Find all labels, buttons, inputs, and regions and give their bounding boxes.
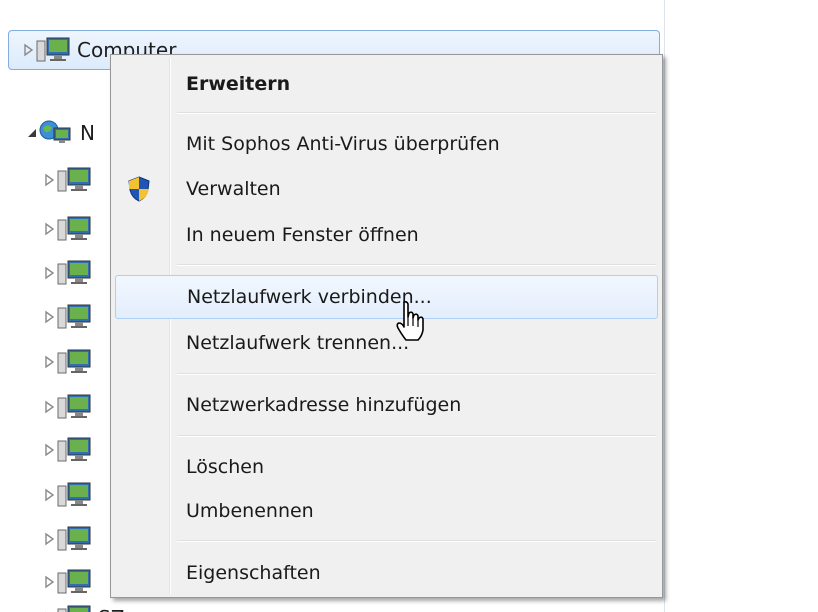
expand-arrow-icon[interactable] xyxy=(44,575,56,589)
tree-item-network[interactable]: N xyxy=(26,116,95,150)
menu-item-delete[interactable]: Löschen xyxy=(115,445,658,489)
tree-item-network-computer[interactable] xyxy=(44,163,98,197)
tree-item-label: N xyxy=(80,121,95,145)
tree-item-network-computer[interactable] xyxy=(44,478,98,512)
computer-icon xyxy=(56,605,92,612)
expand-arrow-icon[interactable] xyxy=(44,443,56,457)
tree-item-network-computer[interactable] xyxy=(44,345,98,379)
menu-item-manage[interactable]: Verwalten xyxy=(115,167,658,211)
expand-arrow-icon[interactable] xyxy=(44,266,56,280)
computer-icon xyxy=(35,37,71,63)
menu-item-label: Löschen xyxy=(186,456,264,478)
tree-item-network-computer[interactable] xyxy=(44,390,98,424)
menu-separator xyxy=(177,435,656,437)
menu-item-label: In neuem Fenster öffnen xyxy=(186,224,419,246)
expand-arrow-icon[interactable] xyxy=(44,355,56,369)
menu-separator xyxy=(177,264,656,266)
expand-arrow-icon[interactable] xyxy=(44,400,56,414)
menu-item-label: Mit Sophos Anti-Virus überprüfen xyxy=(186,133,500,155)
menu-item-open-new-window[interactable]: In neuem Fenster öffnen xyxy=(115,213,658,257)
uac-shield-icon xyxy=(127,176,151,202)
menu-item-map-network-drive[interactable]: Netzlaufwerk verbinden... xyxy=(115,275,658,319)
explorer-window: Computer N SZ Erwei xyxy=(0,0,818,612)
menu-separator xyxy=(177,112,656,114)
menu-item-label: Erweitern xyxy=(186,73,291,95)
computer-icon xyxy=(56,526,92,552)
computer-icon xyxy=(56,394,92,420)
menu-item-disconnect-network-drive[interactable]: Netzlaufwerk trennen... xyxy=(115,321,658,365)
menu-item-label: Netzlaufwerk trennen... xyxy=(186,332,410,354)
computer-icon xyxy=(56,260,92,286)
tree-item-network-computer[interactable] xyxy=(44,300,98,334)
computer-icon xyxy=(56,216,92,242)
tree-item-network-computer[interactable]: SZ xyxy=(44,601,124,612)
computer-icon xyxy=(56,167,92,193)
menu-item-scan-sophos[interactable]: Mit Sophos Anti-Virus überprüfen xyxy=(115,122,658,166)
expand-arrow-icon[interactable] xyxy=(44,173,56,187)
computer-icon xyxy=(56,437,92,463)
tree-item-label: SZ xyxy=(98,606,124,612)
menu-item-rename[interactable]: Umbenennen xyxy=(115,489,658,533)
expand-arrow-icon[interactable] xyxy=(44,488,56,502)
tree-item-network-computer[interactable] xyxy=(44,433,98,467)
tree-item-network-computer[interactable] xyxy=(44,522,98,556)
expand-arrow-icon[interactable] xyxy=(44,222,56,236)
expand-arrow-icon[interactable] xyxy=(44,310,56,324)
collapse-arrow-icon[interactable] xyxy=(26,126,38,140)
content-pane xyxy=(665,0,818,612)
computer-icon xyxy=(56,569,92,595)
menu-separator xyxy=(177,540,656,542)
hand-pointer-cursor-icon xyxy=(394,300,430,342)
computer-icon xyxy=(56,349,92,375)
expand-arrow-icon[interactable] xyxy=(23,43,35,57)
tree-item-network-computer[interactable] xyxy=(44,565,98,599)
computer-icon xyxy=(56,482,92,508)
tree-item-network-computer[interactable] xyxy=(44,212,98,246)
menu-item-label: Eigenschaften xyxy=(186,562,321,584)
menu-item-properties[interactable]: Eigenschaften xyxy=(115,551,658,595)
computer-icon xyxy=(56,304,92,330)
menu-item-expand[interactable]: Erweitern xyxy=(115,62,658,106)
menu-item-add-network-location[interactable]: Netzwerkadresse hinzufügen xyxy=(115,383,658,427)
menu-item-label: Umbenennen xyxy=(186,500,314,522)
menu-separator xyxy=(177,373,656,375)
tree-item-network-computer[interactable] xyxy=(44,256,98,290)
menu-item-label: Verwalten xyxy=(186,178,281,200)
context-menu: Erweitern Mit Sophos Anti-Virus überprüf… xyxy=(110,54,663,598)
expand-arrow-icon[interactable] xyxy=(44,532,56,546)
menu-item-label: Netzwerkadresse hinzufügen xyxy=(186,394,462,416)
network-icon xyxy=(38,120,74,146)
